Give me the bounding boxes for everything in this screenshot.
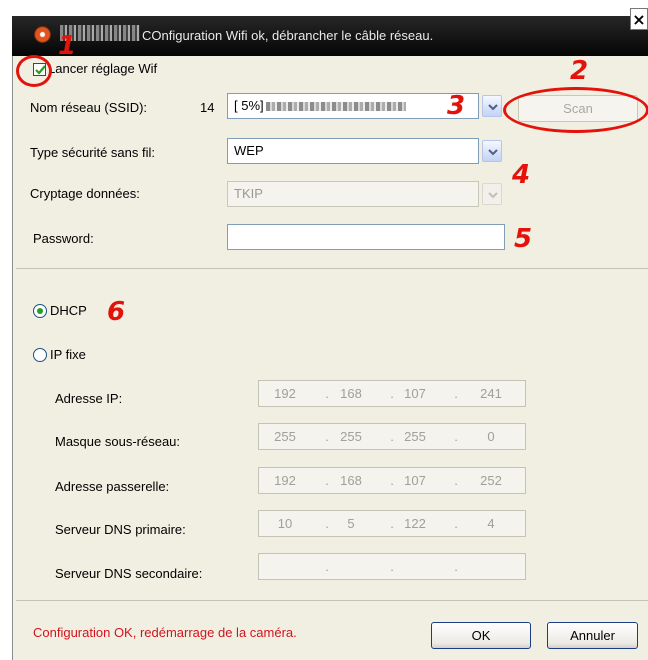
footer-divider — [16, 600, 648, 601]
octet: 255 — [274, 429, 296, 444]
octet: 192 — [274, 386, 296, 401]
ssid-select[interactable]: [ 5%] — [227, 93, 479, 119]
encryption-dropdown-button — [482, 183, 502, 205]
octet-separator: . — [454, 516, 458, 531]
annotation-number-1: 1 — [58, 31, 77, 61]
octet: 10 — [277, 516, 293, 531]
subnet-mask-label: Masque sous-réseau: — [55, 434, 181, 449]
dhcp-radio[interactable] — [33, 304, 47, 318]
octet: 255 — [340, 429, 362, 444]
gateway-label: Adresse passerelle: — [55, 479, 170, 494]
static-ip-label: IP fixe — [50, 347, 86, 362]
ip-address-field: 192. 168. 107. 241 — [258, 380, 526, 407]
octet-separator: . — [454, 429, 458, 444]
chevron-down-icon — [488, 149, 498, 156]
octet-separator: . — [390, 559, 394, 574]
title-bar: COnfiguration Wifi ok, débrancher le câb… — [12, 16, 648, 56]
chevron-down-icon — [488, 104, 498, 111]
secondary-dns-field: . . . — [258, 553, 526, 580]
annotation-number-6: 6 — [107, 297, 126, 327]
chevron-down-icon — [488, 192, 498, 199]
close-icon[interactable]: × — [630, 8, 648, 30]
octet: 0 — [487, 429, 495, 444]
octet: 168 — [340, 473, 362, 488]
dhcp-label: DHCP — [50, 303, 87, 318]
octet-separator: . — [454, 473, 458, 488]
security-select[interactable]: WEP — [227, 138, 479, 164]
octet-separator: . — [325, 559, 329, 574]
octet: 252 — [480, 473, 502, 488]
octet: 122 — [404, 516, 426, 531]
annotation-ring-1 — [16, 55, 52, 87]
ssid-dropdown-button[interactable] — [482, 95, 502, 117]
status-message: Configuration OK, redémarrage de la camé… — [33, 625, 297, 640]
octet: 4 — [487, 516, 495, 531]
octet: 255 — [404, 429, 426, 444]
octet: 107 — [404, 386, 426, 401]
ssid-blurred-name — [265, 102, 406, 112]
octet: 192 — [274, 473, 296, 488]
annotation-ring-2 — [503, 87, 648, 133]
octet-separator: . — [454, 386, 458, 401]
ok-button[interactable]: OK — [431, 622, 531, 649]
octet: 5 — [347, 516, 355, 531]
annotation-number-2: 2 — [570, 56, 589, 86]
radio-selected-dot — [37, 308, 43, 314]
octet: 168 — [340, 386, 362, 401]
annotation-number-4: 4 — [512, 160, 531, 190]
gateway-field: 192. 168. 107. 252 — [258, 467, 526, 494]
password-label: Password: — [33, 231, 94, 246]
primary-dns-field: 10. 5. 122. 4 — [258, 510, 526, 537]
window-title: COnfiguration Wifi ok, débrancher le câb… — [142, 28, 434, 43]
annotation-number-3: 3 — [447, 91, 466, 121]
camera-icon — [34, 26, 51, 43]
encryption-value: TKIP — [234, 186, 263, 201]
security-dropdown-button[interactable] — [482, 140, 502, 162]
section-divider — [16, 268, 648, 269]
octet: 107 — [404, 473, 426, 488]
octet: 241 — [480, 386, 502, 401]
subnet-mask-field: 255. 255. 255. 0 — [258, 423, 526, 450]
secondary-dns-label: Serveur DNS secondaire: — [55, 566, 203, 581]
encryption-select: TKIP — [227, 181, 479, 207]
octet-separator: . — [454, 559, 458, 574]
enable-wifi-label: Lancer réglage Wif — [48, 61, 158, 76]
primary-dns-label: Serveur DNS primaire: — [55, 522, 186, 537]
ip-address-label: Adresse IP: — [55, 391, 123, 406]
security-label: Type sécurité sans fil: — [30, 145, 155, 160]
encryption-label: Cryptage données: — [30, 186, 140, 201]
ssid-count: 14 — [200, 100, 215, 115]
ssid-label: Nom réseau (SSID): — [30, 100, 148, 115]
cancel-button[interactable]: Annuler — [547, 622, 638, 649]
static-ip-radio[interactable] — [33, 348, 47, 362]
annotation-number-5: 5 — [514, 224, 533, 254]
password-field[interactable] — [227, 224, 505, 250]
ssid-value: [ 5%] — [234, 98, 264, 113]
security-value: WEP — [234, 143, 264, 158]
